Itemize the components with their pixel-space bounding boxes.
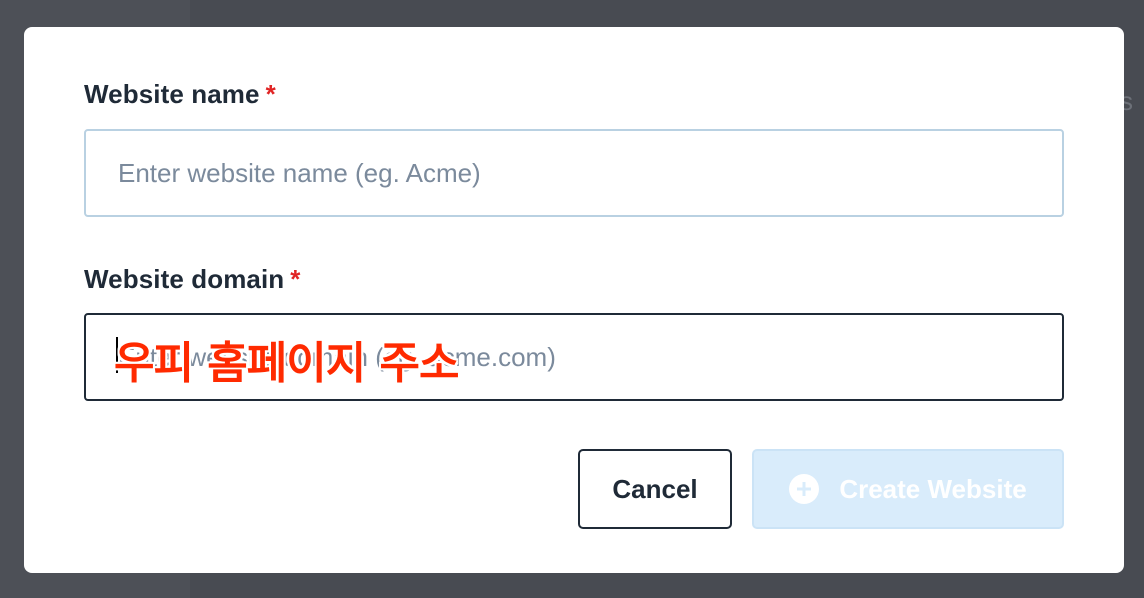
website-domain-label-text: Website domain	[84, 264, 285, 294]
required-indicator: *	[265, 79, 276, 109]
website-name-label: Website name *	[84, 79, 276, 110]
website-name-input[interactable]	[84, 129, 1064, 217]
cancel-button[interactable]: Cancel	[578, 449, 732, 529]
create-website-button-label: Create Website	[839, 473, 1027, 504]
plus-circle-icon	[789, 474, 820, 504]
required-indicator: *	[290, 264, 301, 294]
create-website-button[interactable]: Create Website	[752, 449, 1064, 529]
cancel-button-label: Cancel	[612, 473, 698, 504]
website-name-label-text: Website name	[84, 79, 260, 109]
create-website-modal: Website name* Website domain* 우피 홈페이지 주소…	[24, 27, 1124, 573]
annotation-caption: 우피 홈페이지 주소	[114, 338, 459, 389]
website-domain-label: Website domain *	[84, 264, 301, 295]
